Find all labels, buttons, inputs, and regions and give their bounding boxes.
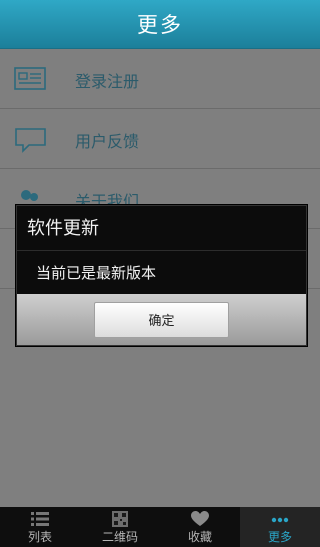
id-card-icon bbox=[14, 67, 46, 90]
tab-more[interactable]: 更多 bbox=[240, 507, 320, 547]
menu-item-label: 登录注册 bbox=[75, 72, 140, 91]
tab-list[interactable]: 列表 bbox=[0, 507, 80, 547]
app-header: 更多 bbox=[0, 0, 320, 49]
more-dots-icon bbox=[271, 517, 289, 523]
tab-qr-code[interactable]: 二维码 bbox=[80, 507, 160, 547]
dialog-button-bar: 确定 bbox=[17, 294, 306, 345]
tab-label: 列表 bbox=[27, 530, 52, 544]
chat-bubble-icon bbox=[15, 128, 46, 153]
menu-item-feedback[interactable]: 用户反馈 bbox=[0, 109, 320, 169]
heart-icon bbox=[191, 511, 209, 526]
tab-favorites[interactable]: 收藏 bbox=[160, 507, 240, 547]
bottom-tab-bar: 列表 二维码 收藏 更多 bbox=[0, 507, 320, 547]
tab-label: 二维码 bbox=[101, 530, 138, 544]
menu-item-label: 用户反馈 bbox=[75, 132, 140, 151]
ok-button-label: 确定 bbox=[148, 314, 175, 329]
software-update-dialog: 软件更新 当前已是最新版本 确定 bbox=[16, 205, 307, 346]
qr-code-icon bbox=[112, 511, 128, 527]
tab-label: 收藏 bbox=[187, 530, 212, 544]
dialog-title: 软件更新 bbox=[17, 206, 306, 251]
page-title: 更多 bbox=[137, 13, 183, 37]
tab-label: 更多 bbox=[267, 530, 292, 544]
dialog-message: 当前已是最新版本 bbox=[36, 264, 157, 282]
list-icon bbox=[31, 512, 49, 526]
ok-button[interactable]: 确定 bbox=[94, 301, 229, 338]
menu-item-login-register[interactable]: 登录注册 bbox=[0, 49, 320, 109]
